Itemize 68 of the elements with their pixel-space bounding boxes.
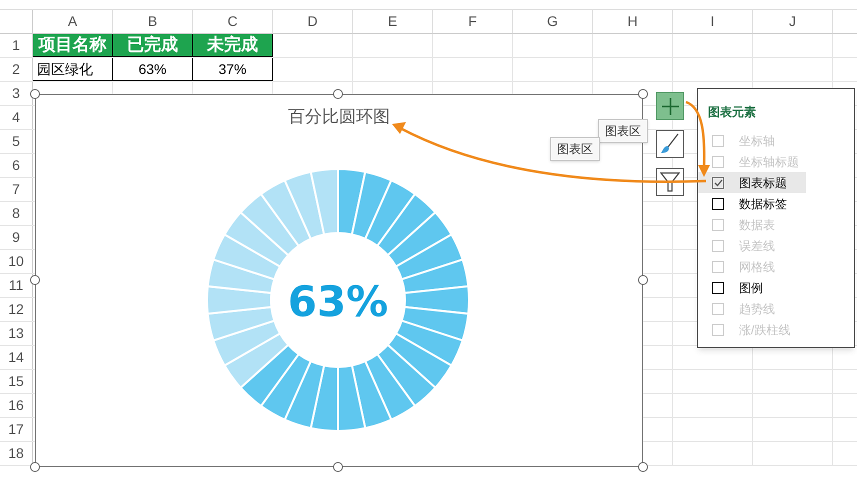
row-header[interactable]: 14 xyxy=(0,346,33,369)
resize-handle[interactable] xyxy=(30,275,40,285)
row-header[interactable]: 4 xyxy=(0,106,33,129)
table-cell: 63% xyxy=(113,58,193,81)
option-label: 数据标签 xyxy=(739,196,787,212)
panel-title: 图表元素 xyxy=(708,105,756,119)
column-header[interactable]: A xyxy=(33,10,113,33)
resize-handle[interactable] xyxy=(30,462,40,472)
column-header[interactable]: H xyxy=(593,10,673,33)
option-label: 坐标轴标题 xyxy=(739,154,799,170)
donut-segment xyxy=(404,285,470,315)
chart-element-option[interactable]: 数据标签 xyxy=(698,193,806,214)
brush-icon xyxy=(660,133,680,155)
row-header[interactable]: 9 xyxy=(0,226,33,249)
row-header[interactable]: 5 xyxy=(0,130,33,153)
filter-icon xyxy=(660,171,680,193)
option-label: 趋势线 xyxy=(739,300,775,318)
tooltip: 图表区 xyxy=(550,137,600,161)
table-cell: 园区绿化 xyxy=(33,58,113,81)
row-header[interactable]: 16 xyxy=(0,394,33,417)
option-label: 误差线 xyxy=(739,238,775,254)
resize-handle[interactable] xyxy=(333,462,343,472)
option-label: 涨/跌柱线 xyxy=(739,322,790,338)
table-header-cell: 未完成 xyxy=(193,34,273,57)
resize-handle[interactable] xyxy=(638,275,648,285)
column-header[interactable]: F xyxy=(433,10,513,33)
filter-button[interactable] xyxy=(656,168,684,196)
checkbox[interactable] xyxy=(712,176,724,188)
column-header[interactable]: B xyxy=(113,10,193,33)
resize-handle[interactable] xyxy=(333,89,343,99)
column-header[interactable]: J xyxy=(753,10,833,33)
row-header[interactable]: 6 xyxy=(0,154,33,177)
option-label: 坐标轴 xyxy=(739,132,775,150)
row-header[interactable]: 2 xyxy=(0,58,33,81)
data-label: 63% xyxy=(288,276,388,328)
row-header[interactable]: 10 xyxy=(0,250,33,273)
row-header[interactable]: 13 xyxy=(0,322,33,345)
resize-handle[interactable] xyxy=(638,89,648,99)
option-label: 数据表 xyxy=(739,216,775,234)
plus-icon xyxy=(660,96,680,116)
column-header[interactable]: I xyxy=(673,10,753,33)
resize-handle[interactable] xyxy=(638,462,648,472)
row-header[interactable]: 8 xyxy=(0,202,33,225)
tooltip: 图表区 xyxy=(598,119,648,143)
column-header[interactable]: C xyxy=(193,10,273,33)
option-label: 图例 xyxy=(739,280,763,296)
option-label: 图表标题 xyxy=(739,174,787,192)
row-header[interactable]: 7 xyxy=(0,178,33,201)
row-header[interactable]: 12 xyxy=(0,298,33,321)
chart-element-option[interactable]: 图表标题 xyxy=(698,172,806,193)
table-header-cell: 已完成 xyxy=(113,34,193,57)
table-header-cell: 项目名称 xyxy=(33,34,113,57)
column-header[interactable]: G xyxy=(513,10,593,33)
column-header[interactable]: E xyxy=(353,10,433,33)
chart-title[interactable]: 百分比圆环图 xyxy=(288,104,390,130)
column-header[interactable]: D xyxy=(273,10,353,33)
row-header[interactable]: 15 xyxy=(0,370,33,393)
option-label: 网格线 xyxy=(739,258,775,276)
table-cell: 37% xyxy=(193,58,273,81)
checkbox[interactable] xyxy=(712,198,724,210)
check-icon xyxy=(714,178,722,186)
style-button[interactable] xyxy=(656,130,684,158)
row-header[interactable]: 17 xyxy=(0,418,33,441)
checkbox[interactable] xyxy=(712,282,724,294)
donut-segment xyxy=(206,285,272,315)
add-element-button[interactable] xyxy=(656,92,684,120)
resize-handle[interactable] xyxy=(30,89,40,99)
chart-element-option[interactable]: 图例 xyxy=(698,277,806,298)
